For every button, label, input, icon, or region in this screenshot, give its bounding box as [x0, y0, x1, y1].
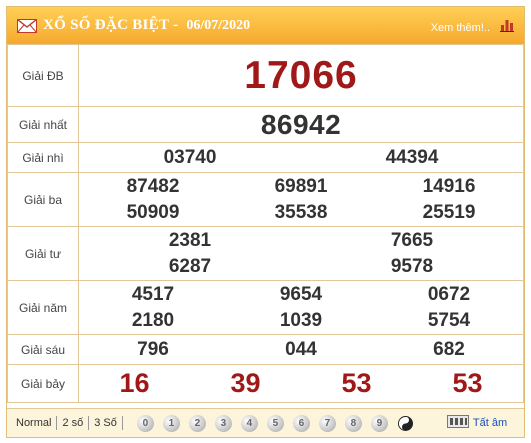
prize-row-ba: Giải ba 87482 69891 14916 50909 35538 25…: [7, 172, 524, 227]
prize-number: 6287: [168, 255, 212, 277]
prize-number: 4517: [131, 283, 175, 305]
prize-row-bay: Giải bảy 16 39 53 53: [7, 364, 524, 403]
bar-chart-icon[interactable]: [500, 18, 514, 37]
prize-number: 1039: [279, 309, 323, 331]
envelope-icon: [17, 18, 37, 33]
prize-label: Giải bảy: [7, 364, 79, 403]
prize-label: Giải năm: [7, 280, 79, 335]
mode-2-digit-button[interactable]: 2 số: [57, 416, 90, 430]
prize-row-sau: Giải sáu 796 044 682: [7, 334, 524, 365]
prize-number: 044: [285, 338, 317, 360]
grid-view-icon[interactable]: [446, 415, 469, 431]
prize-label: Giải nhì: [7, 142, 79, 173]
prize-label: Giải nhất: [7, 106, 79, 143]
prize-label: Giải ĐB: [7, 44, 79, 107]
prize-label: Giải tư: [7, 226, 79, 281]
prize-number: 53: [452, 368, 483, 398]
yin-yang-icon[interactable]: [397, 415, 413, 431]
prize-number: 39: [230, 368, 261, 398]
header-date: 06/07/2020: [186, 17, 251, 33]
prize-number: 50909: [126, 201, 180, 223]
prize-label: Giải sáu: [7, 334, 79, 365]
prize-label: Giải ba: [7, 172, 79, 227]
prize-row-nam: Giải năm 4517 9654 0672 2180 1039 5754: [7, 280, 524, 335]
digit-0-button[interactable]: 0: [136, 414, 154, 432]
lottery-results-panel: XỔ SỐ ĐẶC BIỆT - 06/07/2020 Xem thêm!.. …: [6, 6, 525, 438]
results-table: Giải ĐB 17066 Giải nhất 86942 Giải nhì 0…: [7, 44, 524, 403]
prize-row-nhat: Giải nhất 86942: [7, 106, 524, 143]
digit-5-button[interactable]: 5: [266, 414, 284, 432]
digit-filter: 0 1 2 3 4 5 6 7 8 9: [136, 414, 397, 432]
prize-number: 7665: [390, 229, 434, 251]
prize-number: 03740: [163, 146, 217, 168]
prize-number: 9578: [390, 255, 434, 277]
prize-number: 2180: [131, 309, 175, 331]
prize-number: 796: [137, 338, 169, 360]
mode-normal-button[interactable]: Normal: [7, 416, 58, 430]
prize-values: 86942: [78, 106, 524, 143]
prize-values: 796 044 682: [78, 334, 524, 365]
prize-values: 87482 69891 14916 50909 35538 25519: [78, 172, 524, 227]
prize-number: 16: [119, 368, 150, 398]
prize-row-tu: Giải tư 2381 7665 6287 9578: [7, 226, 524, 281]
results-toolbar: Normal 2 số 3 Số 0 1 2 3 4 5 6 7 8 9 Tất…: [7, 408, 524, 437]
prize-row-nhi: Giải nhì 03740 44394: [7, 142, 524, 173]
prize-number: 9654: [279, 283, 323, 305]
prize-values: 4517 9654 0672 2180 1039 5754: [78, 280, 524, 335]
prize-number: 44394: [385, 146, 439, 168]
prize-number: 53: [341, 368, 372, 398]
digit-3-button[interactable]: 3: [214, 414, 232, 432]
mode-3-digit-button[interactable]: 3 Số: [89, 416, 123, 430]
header-title: XỔ SỐ ĐẶC BIỆT -: [43, 17, 179, 33]
digit-8-button[interactable]: 8: [344, 414, 362, 432]
results-header: XỔ SỐ ĐẶC BIỆT - 06/07/2020 Xem thêm!..: [7, 7, 524, 44]
prize-values: 16 39 53 53: [78, 364, 524, 403]
prize-values: 03740 44394: [78, 142, 524, 173]
prize-number: 69891: [274, 175, 328, 197]
prize-number: 5754: [427, 309, 471, 331]
digit-7-button[interactable]: 7: [318, 414, 336, 432]
prize-values: 17066: [78, 44, 524, 107]
special-prize-number: 17066: [244, 53, 358, 97]
prize-row-db: Giải ĐB 17066: [7, 44, 524, 107]
view-more-link[interactable]: Xem thêm!..: [431, 22, 490, 34]
prize-number: 2381: [168, 229, 212, 251]
prize-number: 682: [433, 338, 465, 360]
prize-number: 25519: [422, 201, 476, 223]
prize-number: 35538: [274, 201, 328, 223]
digit-9-button[interactable]: 9: [370, 414, 388, 432]
digit-1-button[interactable]: 1: [162, 414, 180, 432]
prize-number: 0672: [427, 283, 471, 305]
digit-6-button[interactable]: 6: [292, 414, 310, 432]
digit-4-button[interactable]: 4: [240, 414, 258, 432]
digit-2-button[interactable]: 2: [188, 414, 206, 432]
all-digits-link[interactable]: Tất âm: [473, 417, 507, 429]
prize-number: 86942: [260, 108, 342, 140]
prize-number: 87482: [126, 175, 180, 197]
prize-number: 14916: [422, 175, 476, 197]
prize-values: 2381 7665 6287 9578: [78, 226, 524, 281]
